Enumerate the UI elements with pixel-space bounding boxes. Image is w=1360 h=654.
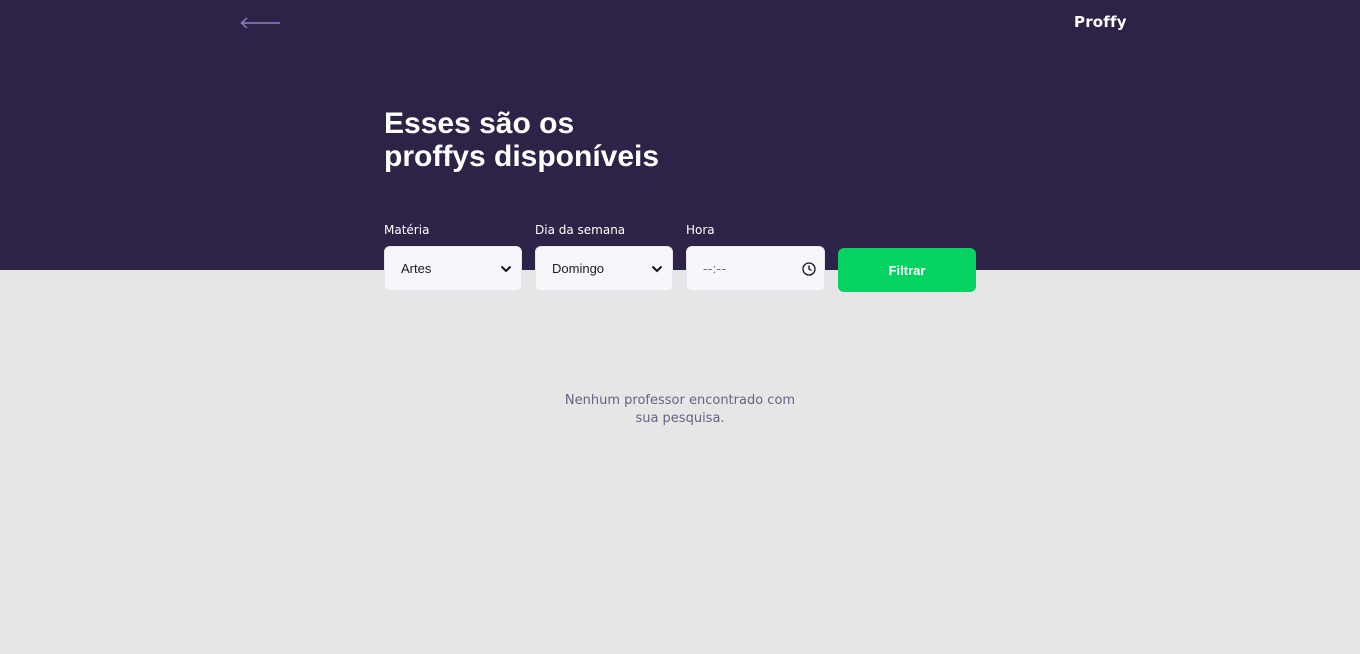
clock-icon[interactable]	[802, 261, 816, 276]
empty-results-line-2: sua pesquisa.	[635, 411, 725, 426]
subject-label: Matéria	[384, 223, 430, 237]
back-button[interactable]	[238, 14, 282, 32]
search-teachers-form: Matéria Artes Dia da semana Domingo Hora…	[384, 223, 984, 295]
page-title-line-2: proffys disponíveis	[384, 140, 660, 173]
page-header: Proffy Esses são os proffys disponíveis …	[0, 0, 1360, 292]
arrow-left-icon	[238, 14, 282, 32]
brand-logo: Proffy	[1074, 13, 1127, 31]
weekday-select-value: Domingo	[552, 261, 605, 276]
weekday-select[interactable]: Domingo	[535, 246, 673, 291]
chevron-down-icon	[650, 262, 664, 276]
weekday-label: Dia da semana	[535, 223, 626, 237]
filter-button[interactable]: Filtrar	[838, 248, 976, 292]
subject-select-value: Artes	[401, 261, 432, 276]
empty-results-line-1: Nenhum professor encontrado com	[564, 393, 796, 408]
empty-results-message: Nenhum professor encontrado com sua pesq…	[530, 392, 830, 428]
page-title: Esses são os proffys disponíveis	[384, 107, 704, 173]
chevron-down-icon	[499, 262, 513, 276]
subject-select[interactable]: Artes	[384, 246, 522, 291]
page-title-line-1: Esses são os	[384, 107, 575, 140]
time-label: Hora	[686, 223, 715, 237]
time-input[interactable]: --:--	[686, 246, 825, 291]
time-input-value: --:--	[703, 261, 727, 276]
